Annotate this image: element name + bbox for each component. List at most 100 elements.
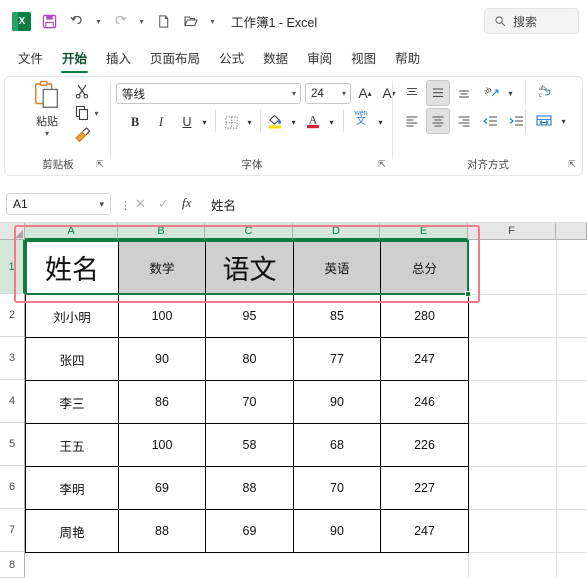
cell-C6[interactable]: 88: [205, 466, 294, 510]
row-header-4[interactable]: 4: [0, 380, 25, 423]
phonetic-dropdown-icon[interactable]: ▾: [374, 111, 387, 133]
column-header-b[interactable]: B: [118, 223, 205, 240]
cell-C2[interactable]: 95: [205, 294, 294, 338]
italic-button[interactable]: I: [150, 111, 172, 133]
cell-A2[interactable]: 刘小明: [25, 294, 119, 338]
column-header-g[interactable]: [556, 223, 587, 240]
undo-dropdown-icon[interactable]: ▾: [92, 8, 105, 34]
column-header-a[interactable]: A: [25, 223, 118, 240]
align-right-icon[interactable]: [452, 110, 476, 132]
cell-D3[interactable]: 77: [293, 337, 381, 381]
cell-D1[interactable]: 英语: [293, 240, 381, 295]
row-header-7[interactable]: 7: [0, 509, 25, 552]
redo-icon[interactable]: [107, 8, 133, 34]
cell-D7[interactable]: 90: [293, 509, 381, 553]
wrap-text-icon[interactable]: ab c: [532, 80, 558, 102]
select-all-corner[interactable]: [0, 223, 25, 240]
paste-dropdown-icon[interactable]: ▾: [45, 130, 49, 138]
cell-D2[interactable]: 85: [293, 294, 381, 338]
cell-C5[interactable]: 58: [205, 423, 294, 467]
align-middle-icon[interactable]: [426, 80, 450, 106]
cell-D5[interactable]: 68: [293, 423, 381, 467]
font-name-chevron-down-icon[interactable]: ▾: [292, 89, 296, 98]
cell-B1[interactable]: 数学: [118, 240, 206, 295]
cell-A7[interactable]: 周艳: [25, 509, 119, 553]
tab-view[interactable]: 视图: [343, 44, 384, 72]
bold-button[interactable]: B: [124, 111, 146, 133]
cell-B4[interactable]: 86: [118, 380, 206, 424]
cell-E1[interactable]: 总分: [380, 240, 469, 295]
cell-A5[interactable]: 王五: [25, 423, 119, 467]
open-folder-icon[interactable]: [178, 8, 204, 34]
copy-dropdown-icon[interactable]: ▾: [90, 102, 103, 124]
cell-B2[interactable]: 100: [118, 294, 206, 338]
phonetic-guide-icon[interactable]: wén 文: [348, 107, 374, 129]
cell-E7[interactable]: 247: [380, 509, 469, 553]
formula-input[interactable]: 姓名: [205, 193, 583, 215]
underline-button[interactable]: U: [176, 111, 198, 133]
align-top-icon[interactable]: [400, 82, 424, 104]
cell-B7[interactable]: 88: [118, 509, 206, 553]
row-header-2[interactable]: 2: [0, 294, 25, 337]
name-box-chevron-down-icon[interactable]: ▾: [99, 199, 104, 210]
align-bottom-icon[interactable]: [452, 82, 476, 104]
format-painter-icon[interactable]: [70, 124, 94, 146]
row-header-5[interactable]: 5: [0, 423, 25, 466]
font-color-icon[interactable]: A: [302, 109, 324, 131]
grow-font-icon[interactable]: A ▴: [354, 82, 376, 104]
cell-A4[interactable]: 李三: [25, 380, 119, 424]
cell-B6[interactable]: 69: [118, 466, 206, 510]
tab-help[interactable]: 帮助: [387, 44, 428, 72]
cell-A3[interactable]: 张四: [25, 337, 119, 381]
column-header-e[interactable]: E: [380, 223, 468, 240]
merge-and-center-icon[interactable]: [532, 109, 556, 131]
paste-button[interactable]: 粘贴 ▾: [24, 80, 70, 148]
name-box[interactable]: A1 ▾: [6, 193, 111, 215]
merge-dropdown-icon[interactable]: ▾: [557, 110, 570, 132]
borders-icon[interactable]: [220, 111, 242, 133]
cell-B3[interactable]: 90: [118, 337, 206, 381]
save-icon[interactable]: [36, 8, 62, 34]
cell-E4[interactable]: 246: [380, 380, 469, 424]
font-name-combo[interactable]: 等线 ▾: [116, 83, 301, 104]
cell-E6[interactable]: 227: [380, 466, 469, 510]
tab-review[interactable]: 审阅: [299, 44, 340, 72]
borders-dropdown-icon[interactable]: ▾: [243, 111, 256, 133]
fill-handle[interactable]: [465, 291, 471, 297]
redo-dropdown-icon[interactable]: ▾: [135, 8, 148, 34]
tab-formulas[interactable]: 公式: [211, 44, 252, 72]
fill-color-dropdown-icon[interactable]: ▾: [287, 111, 300, 133]
align-left-icon[interactable]: [400, 110, 424, 132]
cell-E3[interactable]: 247: [380, 337, 469, 381]
cell-C1[interactable]: 语文: [205, 240, 294, 295]
cancel-icon[interactable]: ✕: [132, 195, 149, 213]
customize-qat-icon[interactable]: ▾: [206, 8, 219, 34]
orientation-dropdown-icon[interactable]: ▾: [504, 82, 517, 104]
cell-D6[interactable]: 70: [293, 466, 381, 510]
cell-E5[interactable]: 226: [380, 423, 469, 467]
row-header-1[interactable]: 1: [0, 240, 25, 294]
font-color-dropdown-icon[interactable]: ▾: [325, 111, 338, 133]
underline-dropdown-icon[interactable]: ▾: [198, 111, 211, 133]
cut-icon[interactable]: [70, 80, 94, 102]
alignment-dialog-launcher[interactable]: ⇱: [566, 158, 578, 170]
cell-C3[interactable]: 80: [205, 337, 294, 381]
column-header-d[interactable]: D: [293, 223, 380, 240]
clipboard-dialog-launcher[interactable]: ⇱: [94, 158, 106, 170]
insert-function-icon[interactable]: fx: [182, 195, 191, 211]
undo-icon[interactable]: [64, 8, 90, 34]
column-header-f[interactable]: F: [468, 223, 556, 240]
tab-file[interactable]: 文件: [10, 44, 51, 72]
cell-C7[interactable]: 69: [205, 509, 294, 553]
column-header-c[interactable]: C: [205, 223, 293, 240]
search-input[interactable]: 搜索: [484, 8, 579, 34]
new-file-icon[interactable]: [150, 8, 176, 34]
decrease-indent-icon[interactable]: [478, 110, 502, 132]
row-header-3[interactable]: 3: [0, 337, 25, 380]
tab-data[interactable]: 数据: [255, 44, 296, 72]
row-header-6[interactable]: 6: [0, 466, 25, 509]
tab-page-layout[interactable]: 页面布局: [142, 44, 208, 72]
row-header-8[interactable]: 8: [0, 552, 25, 578]
font-dialog-launcher[interactable]: ⇱: [376, 158, 388, 170]
confirm-icon[interactable]: ✓: [155, 195, 172, 213]
